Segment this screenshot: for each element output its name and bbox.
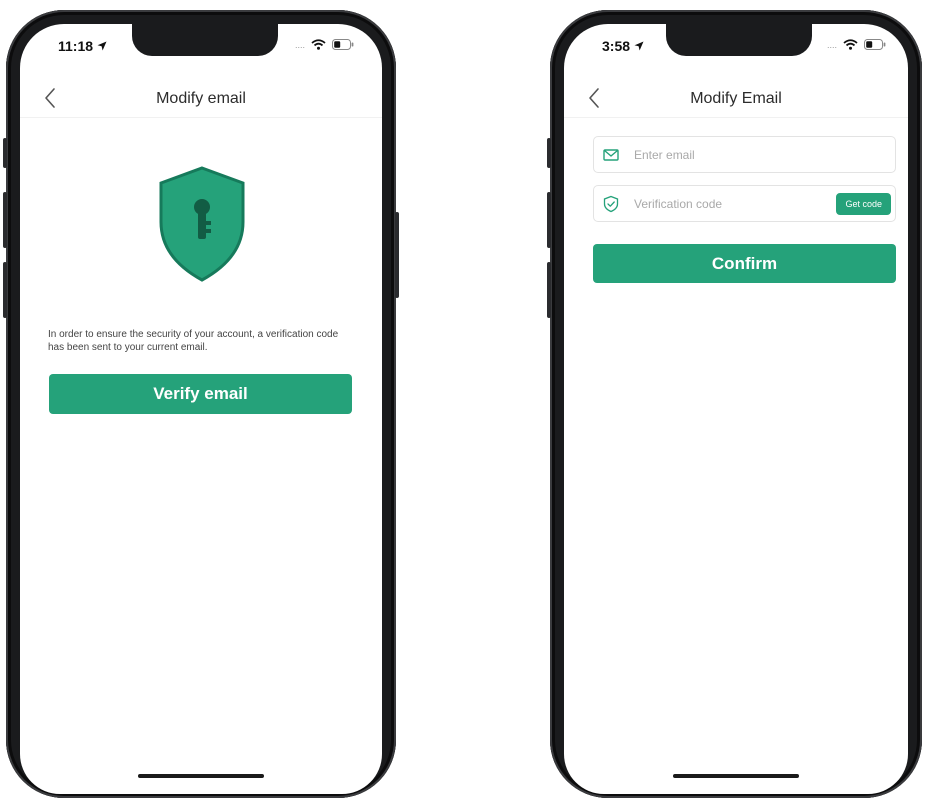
volume-up-button: [3, 192, 7, 248]
email-field[interactable]: [593, 136, 896, 173]
home-indicator[interactable]: [138, 774, 264, 778]
signal-icon: ....: [294, 39, 305, 50]
power-button: [395, 212, 399, 298]
signal-icon: ....: [826, 39, 837, 50]
verification-code-field[interactable]: Get code: [593, 185, 896, 222]
shield-key-icon: [159, 166, 245, 282]
status-bar-icons: ....: [827, 39, 886, 50]
status-bar-time: 11:18: [58, 38, 107, 54]
status-bar-time: 3:58: [602, 38, 644, 54]
page-title: Modify Email: [690, 90, 782, 107]
wifi-icon: [311, 39, 326, 50]
phone-frame-right: 3:58 .... Modify Email Enter email Verif…: [547, 10, 922, 798]
verification-code-input[interactable]: [634, 196, 837, 211]
notch: [666, 24, 812, 56]
battery-icon: [332, 39, 354, 50]
status-time-text: 3:58: [602, 38, 631, 54]
phone-frame-left: 11:18 .... Modify email In order to ensu…: [3, 10, 399, 798]
location-arrow-icon: [634, 41, 644, 51]
notch: [132, 24, 278, 56]
volume-down-button: [547, 262, 551, 318]
location-arrow-icon: [97, 41, 107, 51]
mail-icon: [603, 148, 619, 161]
status-time-text: 11:18: [58, 38, 94, 54]
volume-down-button: [3, 262, 7, 318]
verify-email-button[interactable]: Verify email: [49, 374, 352, 414]
nav-bar: Modify Email: [564, 78, 908, 118]
security-info-text: In order to ensure the security of your …: [48, 329, 339, 353]
get-code-button[interactable]: Get code: [836, 192, 891, 215]
wifi-icon: [843, 39, 858, 50]
mute-switch: [3, 138, 7, 168]
battery-icon: [864, 39, 886, 50]
nav-bar: Modify email: [20, 78, 382, 118]
page-title: Modify email: [156, 90, 246, 107]
volume-up-button: [547, 192, 551, 248]
mute-switch: [547, 138, 551, 168]
confirm-button[interactable]: Confirm: [593, 244, 896, 283]
screen-modify-email-form: 3:58 .... Modify Email Enter email Verif…: [564, 24, 908, 794]
home-indicator[interactable]: [673, 774, 799, 778]
shield-check-icon: [603, 195, 619, 212]
screen-verify-email: 11:18 .... Modify email In order to ensu…: [20, 24, 382, 794]
email-input[interactable]: [634, 147, 895, 162]
status-bar-icons: ....: [295, 39, 354, 50]
